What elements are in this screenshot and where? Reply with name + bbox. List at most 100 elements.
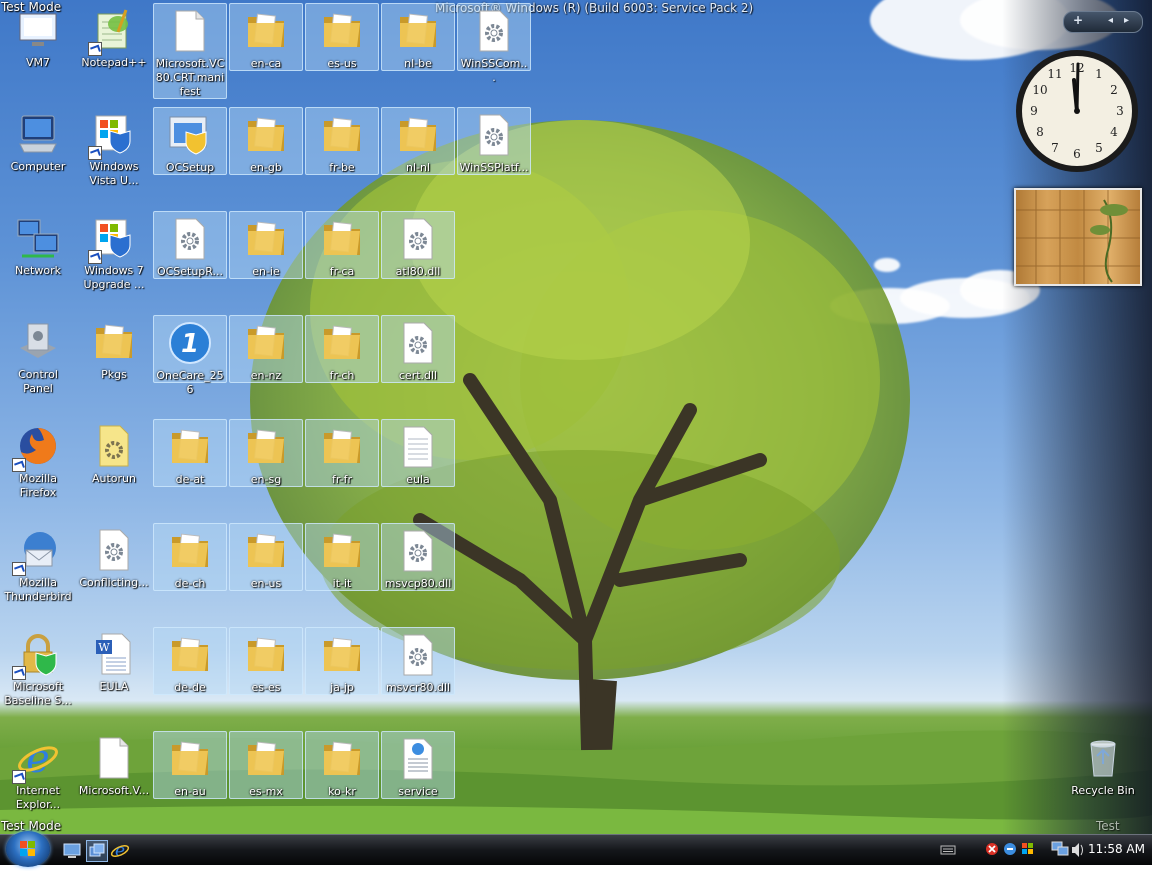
desktop-icon[interactable]: msvcp80.dll [381,523,455,591]
web-config-icon [394,735,442,783]
desktop-icon[interactable]: Windows 7 Upgrade ... [77,211,151,309]
desktop-icon[interactable]: nl-nl [381,107,455,175]
desktop-icon[interactable]: es-es [229,627,303,695]
desktop-icon[interactable]: Autorun [77,419,151,487]
show-desktop-icon[interactable] [62,840,82,860]
switch-windows-icon[interactable] [86,840,108,862]
desktop-icon-label: Mozilla Thunderbird [4,576,72,603]
desktop-icon[interactable]: en-ie [229,211,303,279]
desktop-icon[interactable]: nl-be [381,3,455,71]
desktop-icon[interactable]: ja-jp [305,627,379,695]
desktop-icon[interactable]: msvcr80.dll [381,627,455,695]
onecare-icon: 1 [166,319,214,367]
desktop-icon[interactable]: cert.dll [381,315,455,383]
next-page-icon[interactable]: ▸ [1124,15,1129,26]
desktop-icon-label: es-us [327,57,357,70]
clock-gadget[interactable]: 1212 345 678 91011 [1014,48,1140,174]
desktop-icon[interactable]: en-sg [229,419,303,487]
folder-icon [318,7,366,55]
taskbar-clock[interactable]: 11:58 AM [1088,842,1145,856]
desktop-icon[interactable]: fr-ch [305,315,379,383]
word-doc-icon: W [90,630,138,678]
svg-text:10: 10 [1032,83,1047,97]
desktop-icon[interactable]: es-us [305,3,379,71]
desktop-icon[interactable]: it-it [305,523,379,591]
desktop-icon-label: EULA [99,680,129,693]
desktop-icon[interactable]: Control Panel [1,315,75,395]
desktop-icon[interactable]: Microsoft.VC80.CRT.manifest [153,3,227,99]
network-icon [14,214,62,262]
desktop-icon[interactable]: es-mx [229,731,303,799]
desktop-icon[interactable]: e Internet Explor... [1,731,75,829]
desktop-icon[interactable]: de-at [153,419,227,487]
recycle-bin-icon [1079,734,1127,782]
desktop-icon[interactable]: Recycle Bin [1066,731,1140,799]
desktop-icon[interactable]: Microsoft Baseline S... [1,627,75,725]
desktop-icon-label: OCSetupR... [156,265,224,278]
desktop-icon-label: ko-kr [328,785,356,798]
start-button[interactable] [6,831,50,867]
ie-icon: e [12,734,62,784]
desktop-icon[interactable]: Notepad++ [77,3,151,71]
desktop-icon[interactable]: 1 OneCare_256 [153,315,227,396]
desktop[interactable]: Test Mode Microsoft® Windows (R) (Build … [0,0,1152,834]
desktop-icon[interactable]: Microsoft.V... [77,731,151,799]
desktop-icon[interactable]: de-ch [153,523,227,591]
desktop-icon[interactable]: en-au [153,731,227,799]
desktop-icon[interactable]: Windows Vista U... [77,107,151,205]
desktop-icon[interactable]: atl80.dll [381,211,455,279]
desktop-icon[interactable]: fr-be [305,107,379,175]
folder-icon [318,735,366,783]
add-gadget-icon[interactable]: + [1073,13,1083,27]
folder-icon [242,735,290,783]
desktop-icon[interactable]: OCSetup [153,107,227,175]
svg-text:4: 4 [1110,125,1118,139]
svg-text:e: e [115,841,125,860]
desktop-icon[interactable]: OCSetupR... [153,211,227,279]
desktop-icon-label: Recycle Bin [1071,784,1135,797]
desktop-icon[interactable]: Mozilla Thunderbird [1,523,75,621]
desktop-icon[interactable]: Pkgs [77,315,151,383]
network-tray-icon[interactable] [1051,841,1069,856]
desktop-icon-label: Network [15,264,61,277]
desktop-icon[interactable]: Mozilla Firefox [1,419,75,499]
desktop-icon-label: Microsoft.VC80.CRT.manifest [155,57,225,98]
desktop-icon-label: nl-nl [405,161,431,174]
desktop-icon[interactable]: Computer [1,107,75,175]
update-icon[interactable] [1004,843,1016,855]
desktop-icon-label: fr-ch [329,369,355,382]
desktop-icon-label: OneCare_256 [156,369,224,396]
desktop-icon[interactable]: VM7 [1,3,75,71]
svg-text:3: 3 [1116,104,1124,118]
volume-icon[interactable] [1072,843,1083,857]
desktop-icon[interactable]: en-ca [229,3,303,71]
desktop-icon[interactable]: Conflicting... [77,523,151,591]
desktop-icon[interactable]: de-de [153,627,227,695]
desktop-icon[interactable]: fr-ca [305,211,379,279]
slideshow-gadget[interactable] [1014,188,1142,286]
windows-flag-tray-icon[interactable] [1022,843,1033,854]
desktop-icon[interactable]: WinSSCom... [457,3,531,84]
folder-icon [166,527,214,575]
desktop-icon[interactable]: fr-fr [305,419,379,487]
desktop-icon[interactable]: Network [1,211,75,279]
previous-page-icon[interactable]: ◂ [1108,15,1113,26]
desktop-icon-label: Conflicting... [79,576,149,589]
desktop-icon[interactable]: en-us [229,523,303,591]
desktop-icon-label: WinSSPlatf... [459,161,529,174]
folder-icon [242,111,290,159]
svg-text:W: W [98,641,110,654]
desktop-icon-label: ja-jp [330,681,354,694]
setup-shield-icon [166,111,214,159]
security-alert-icon[interactable] [986,843,998,855]
internet-explorer-quicklaunch-icon[interactable]: e [110,840,130,860]
desktop-icon[interactable]: service [381,731,455,799]
desktop-icon[interactable]: en-nz [229,315,303,383]
desktop-icon[interactable]: WinSSPlatf... [457,107,531,175]
desktop-icon[interactable]: eula [381,419,455,487]
desktop-icon-label: en-ie [252,265,280,278]
input-keyboard-icon[interactable] [940,844,956,856]
desktop-icon[interactable]: en-gb [229,107,303,175]
desktop-icon[interactable]: W EULA [77,627,151,695]
desktop-icon[interactable]: ko-kr [305,731,379,799]
